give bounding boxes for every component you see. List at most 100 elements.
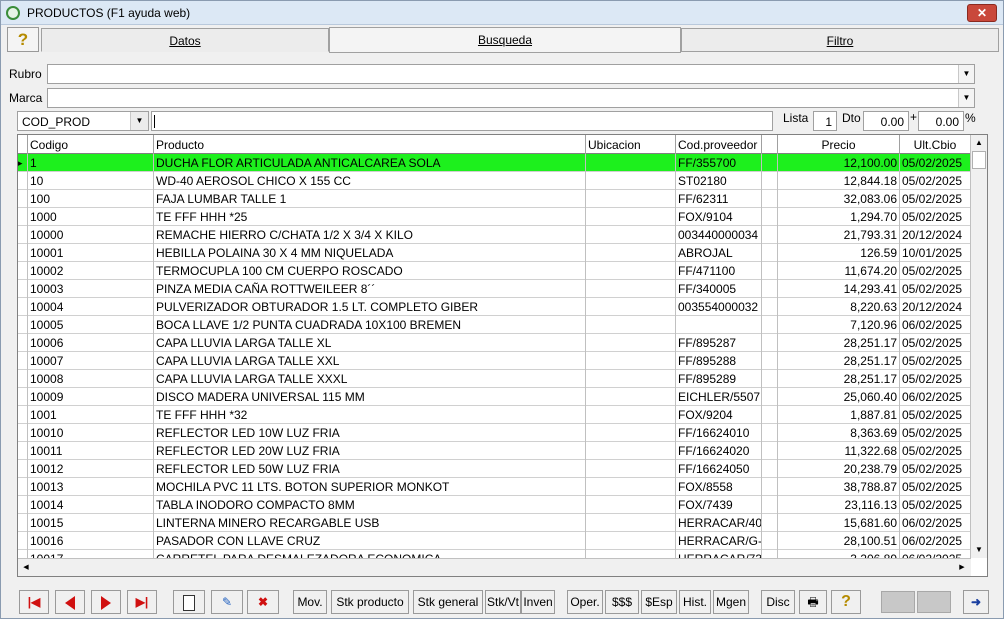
cell-producto: MOCHILA PVC 11 LTS. BOTON SUPERIOR MONKO…	[154, 478, 586, 496]
table-row[interactable]: 10000 REMACHE HIERRO C/CHATA 1/2 X 3/4 X …	[18, 226, 971, 244]
cell-cod-proveedor: FF/340005	[676, 280, 762, 298]
edit-record-button[interactable]: ✎	[211, 590, 243, 614]
new-record-button[interactable]	[173, 590, 205, 614]
search-field-select[interactable]: COD_PROD ▼	[17, 111, 149, 131]
table-row[interactable]: 10008 CAPA LLUVIA LARGA TALLE XXXL FF/8952…	[18, 370, 971, 388]
row-indicator	[18, 460, 28, 478]
stk-general-button[interactable]: Stk general	[413, 590, 483, 614]
cell-producto: REFLECTOR LED 10W LUZ FRIA	[154, 424, 586, 442]
header-precio[interactable]: Precio	[778, 135, 900, 154]
tab-filtro[interactable]: Filtro	[681, 28, 999, 52]
mov-button[interactable]: Mov.	[293, 590, 327, 614]
header-producto[interactable]: Producto	[154, 135, 586, 154]
next-record-button[interactable]	[91, 590, 121, 614]
header-cod-proveedor[interactable]: Cod.proveedor	[676, 135, 762, 154]
delete-record-button[interactable]: ✖	[247, 590, 279, 614]
cell-precio: 23,116.13	[778, 496, 900, 514]
prev-record-button[interactable]	[55, 590, 85, 614]
cell-cod-proveedor: FF/471100	[676, 262, 762, 280]
cell-ult-cbio: 05/02/2025	[900, 424, 971, 442]
table-row[interactable]: 10012 REFLECTOR LED 50W LUZ FRIA FF/166240…	[18, 460, 971, 478]
tab-busqueda[interactable]: Busqueda	[329, 27, 681, 53]
stk-vt-button[interactable]: Stk/Vt	[485, 590, 521, 614]
table-row[interactable]: 1001 TE FFF HHH *32 FOX/9204 1,887.81 05/02/…	[18, 406, 971, 424]
horizontal-scrollbar[interactable]: ◀ ▶	[18, 558, 971, 576]
cell-producto: CAPA LLUVIA LARGA TALLE XXXL	[154, 370, 586, 388]
grid-header: Codigo Producto Ubicacion Cod.proveedor …	[18, 135, 971, 154]
chevron-down-icon[interactable]: ▼	[958, 89, 974, 107]
cell-producto: REFLECTOR LED 20W LUZ FRIA	[154, 442, 586, 460]
help-toolbar-button[interactable]: ?	[831, 590, 861, 614]
lista-input[interactable]: 1	[813, 111, 837, 131]
cell-codigo: 10010	[28, 424, 154, 442]
table-row[interactable]: 10015 LINTERNA MINERO RECARGABLE USB HERRA…	[18, 514, 971, 532]
cell-ubicacion	[586, 550, 676, 558]
last-record-button[interactable]: ▶|	[127, 590, 157, 614]
help-button[interactable]: ?	[7, 27, 39, 52]
cell-producto: DUCHA FLOR ARTICULADA ANTICALCAREA SOLA	[154, 154, 586, 172]
table-row[interactable]: 10007 CAPA LLUVIA LARGA TALLE XXL FF/89528…	[18, 352, 971, 370]
extra-input[interactable]: 0.00	[918, 111, 964, 131]
header-codigo[interactable]: Codigo	[28, 135, 154, 154]
chevron-down-icon[interactable]: ▼	[130, 112, 148, 130]
table-row[interactable]: 1000 TE FFF HHH *25 FOX/9104 1,294.70 05/02/…	[18, 208, 971, 226]
scroll-left-icon[interactable]: ◀	[18, 560, 34, 576]
disc-button[interactable]: Disc	[761, 590, 795, 614]
table-row[interactable]: 100 FAJA LUMBAR TALLE 1 FF/62311 32,083.06 0…	[18, 190, 971, 208]
hist-button[interactable]: Hist.	[679, 590, 711, 614]
header-ult-cbio[interactable]: Ult.Cbio	[900, 135, 971, 154]
scroll-thumb[interactable]	[972, 151, 986, 169]
table-row[interactable]: 10010 REFLECTOR LED 10W LUZ FRIA FF/166240…	[18, 424, 971, 442]
rubro-select[interactable]: ▼	[47, 64, 975, 84]
scroll-right-icon[interactable]: ▶	[954, 560, 970, 576]
header-ubicacion[interactable]: Ubicacion	[586, 135, 676, 154]
tab-datos[interactable]: Datos	[41, 28, 329, 52]
table-row[interactable]: 10017CARRETEL PARA DESMALEZADORA ECONOMI…	[18, 550, 971, 558]
table-row[interactable]: 10005 BOCA LLAVE 1/2 PUNTA CUADRADA 10X10…	[18, 316, 971, 334]
oper-button[interactable]: Oper.	[567, 590, 603, 614]
mgen-button[interactable]: Mgen	[713, 590, 749, 614]
inven-button[interactable]: Inven	[521, 590, 555, 614]
table-row[interactable]: 10 WD-40 AEROSOL CHICO X 155 CC ST02180 12,…	[18, 172, 971, 190]
table-row[interactable]: 10016 PASADOR CON LLAVE CRUZ HERRACAR/G- 28…	[18, 532, 971, 550]
cell-ubicacion	[586, 280, 676, 298]
cell-blank	[762, 298, 778, 316]
cell-ubicacion	[586, 154, 676, 172]
cell-ubicacion	[586, 442, 676, 460]
esp-button[interactable]: $Esp	[641, 590, 677, 614]
exit-button[interactable]: ➜	[963, 590, 989, 614]
table-row[interactable]: 10011 REFLECTOR LED 20W LUZ FRIA FF/166240…	[18, 442, 971, 460]
search-input[interactable]	[151, 111, 773, 131]
cell-blank	[762, 496, 778, 514]
dto-input[interactable]: 0.00	[863, 111, 909, 131]
products-grid[interactable]: Codigo Producto Ubicacion Cod.proveedor …	[17, 134, 988, 577]
table-row[interactable]: 10009 DISCO MADERA UNIVERSAL 115 MM EICHLE…	[18, 388, 971, 406]
table-row[interactable]: 10013 MOCHILA PVC 11 LTS. BOTON SUPERIOR …	[18, 478, 971, 496]
table-row[interactable]: 10002 TERMOCUPLA 100 CM CUERPO ROSCADO FF/…	[18, 262, 971, 280]
print-button[interactable]: 🖶	[799, 590, 827, 614]
money-button[interactable]: $$$	[605, 590, 639, 614]
cell-ult-cbio: 05/02/2025	[900, 478, 971, 496]
bottom-toolbar: |◀ ▶| ✎ ✖ Mov. Stk producto Stk general …	[1, 588, 1003, 616]
table-row[interactable]: ▸ 1 DUCHA FLOR ARTICULADA ANTICALCAREA SOL…	[18, 154, 971, 172]
chevron-down-icon[interactable]: ▼	[958, 65, 974, 83]
scroll-up-icon[interactable]: ▲	[971, 135, 987, 151]
scroll-down-icon[interactable]: ▼	[971, 542, 987, 558]
first-record-button[interactable]: |◀	[19, 590, 49, 614]
table-row[interactable]: 10014 TABLA INODORO COMPACTO 8MM FOX/7439 2…	[18, 496, 971, 514]
vertical-scrollbar[interactable]: ▲ ▼	[970, 135, 987, 558]
table-row[interactable]: 10003 PINZA MEDIA CAÑA ROTTWEILEER 8´´ FF/…	[18, 280, 971, 298]
cell-codigo: 10002	[28, 262, 154, 280]
table-row[interactable]: 10001 HEBILLA POLAINA 30 X 4 MM NIQUELADA…	[18, 244, 971, 262]
marca-select[interactable]: ▼	[47, 88, 975, 108]
close-button[interactable]: ✕	[967, 4, 997, 22]
cell-precio: 15,681.60	[778, 514, 900, 532]
table-row[interactable]: 10004 PULVERIZADOR OBTURADOR 1.5 LT. COMP…	[18, 298, 971, 316]
row-indicator	[18, 262, 28, 280]
stk-producto-button[interactable]: Stk producto	[331, 590, 409, 614]
cell-blank	[762, 280, 778, 298]
cell-codigo: 10013	[28, 478, 154, 496]
cell-ubicacion	[586, 316, 676, 334]
table-row[interactable]: 10006 CAPA LLUVIA LARGA TALLE XL FF/895287…	[18, 334, 971, 352]
cell-cod-proveedor: HERRACAR/G-	[678, 532, 762, 550]
